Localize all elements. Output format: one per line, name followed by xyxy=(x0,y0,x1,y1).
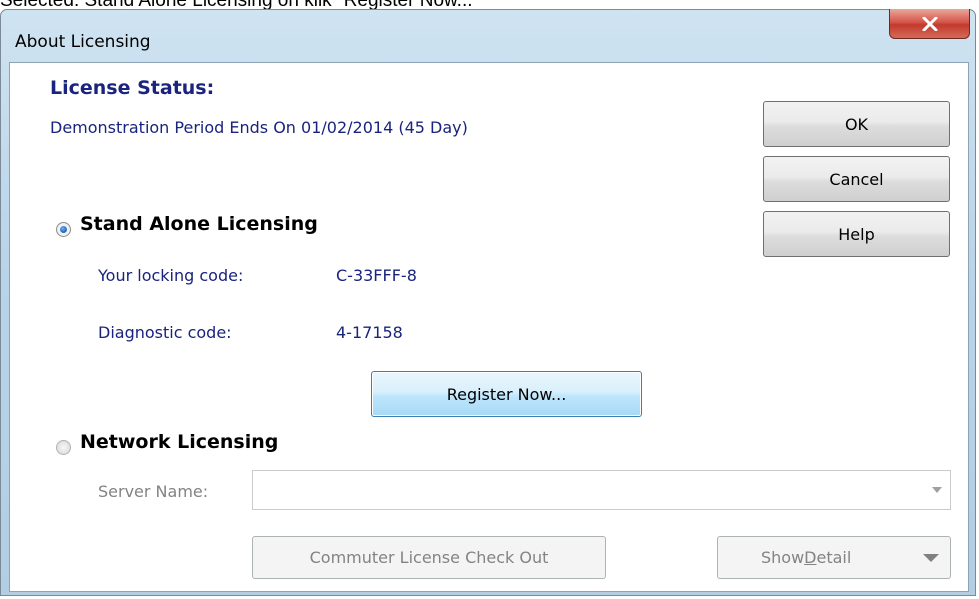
window-title: About Licensing xyxy=(15,32,151,52)
locking-code-value: C-33FFF-8 xyxy=(336,266,417,285)
license-status-text: Demonstration Period Ends On 01/02/2014 … xyxy=(50,118,468,137)
diagnostic-code-value: 4-17158 xyxy=(336,323,403,342)
diagnostic-code-label: Diagnostic code: xyxy=(98,323,232,342)
about-licensing-dialog: About Licensing License Status: Demonstr… xyxy=(0,9,976,596)
network-radio[interactable] xyxy=(56,440,71,455)
register-now-button[interactable]: Register Now... xyxy=(371,371,642,417)
server-name-label: Server Name: xyxy=(98,482,209,501)
show-detail-label-pre: Show xyxy=(761,548,805,567)
close-button[interactable] xyxy=(889,9,970,39)
network-label[interactable]: Network Licensing xyxy=(80,431,278,453)
stand-alone-label[interactable]: Stand Alone Licensing xyxy=(80,213,318,235)
locking-code-label: Your locking code: xyxy=(98,266,244,285)
help-button[interactable]: Help xyxy=(763,211,950,257)
chevron-down-icon xyxy=(932,487,942,493)
close-icon xyxy=(922,16,937,31)
stand-alone-radio[interactable] xyxy=(56,222,71,237)
dialog-client-area: License Status: Demonstration Period End… xyxy=(9,62,969,592)
server-name-combo[interactable] xyxy=(252,470,951,510)
commuter-checkout-button[interactable]: Commuter License Check Out xyxy=(252,536,606,579)
cancel-button[interactable]: Cancel xyxy=(763,156,950,202)
ok-button[interactable]: OK xyxy=(763,101,950,147)
show-detail-label-key: D xyxy=(804,548,817,567)
show-detail-chevron-down-icon xyxy=(923,554,939,562)
show-detail-label-post: etail xyxy=(816,548,852,567)
show-detail-button[interactable]: Show Detail xyxy=(717,536,951,579)
radio-selected-dot xyxy=(60,226,67,233)
license-status-title: License Status: xyxy=(50,77,215,99)
